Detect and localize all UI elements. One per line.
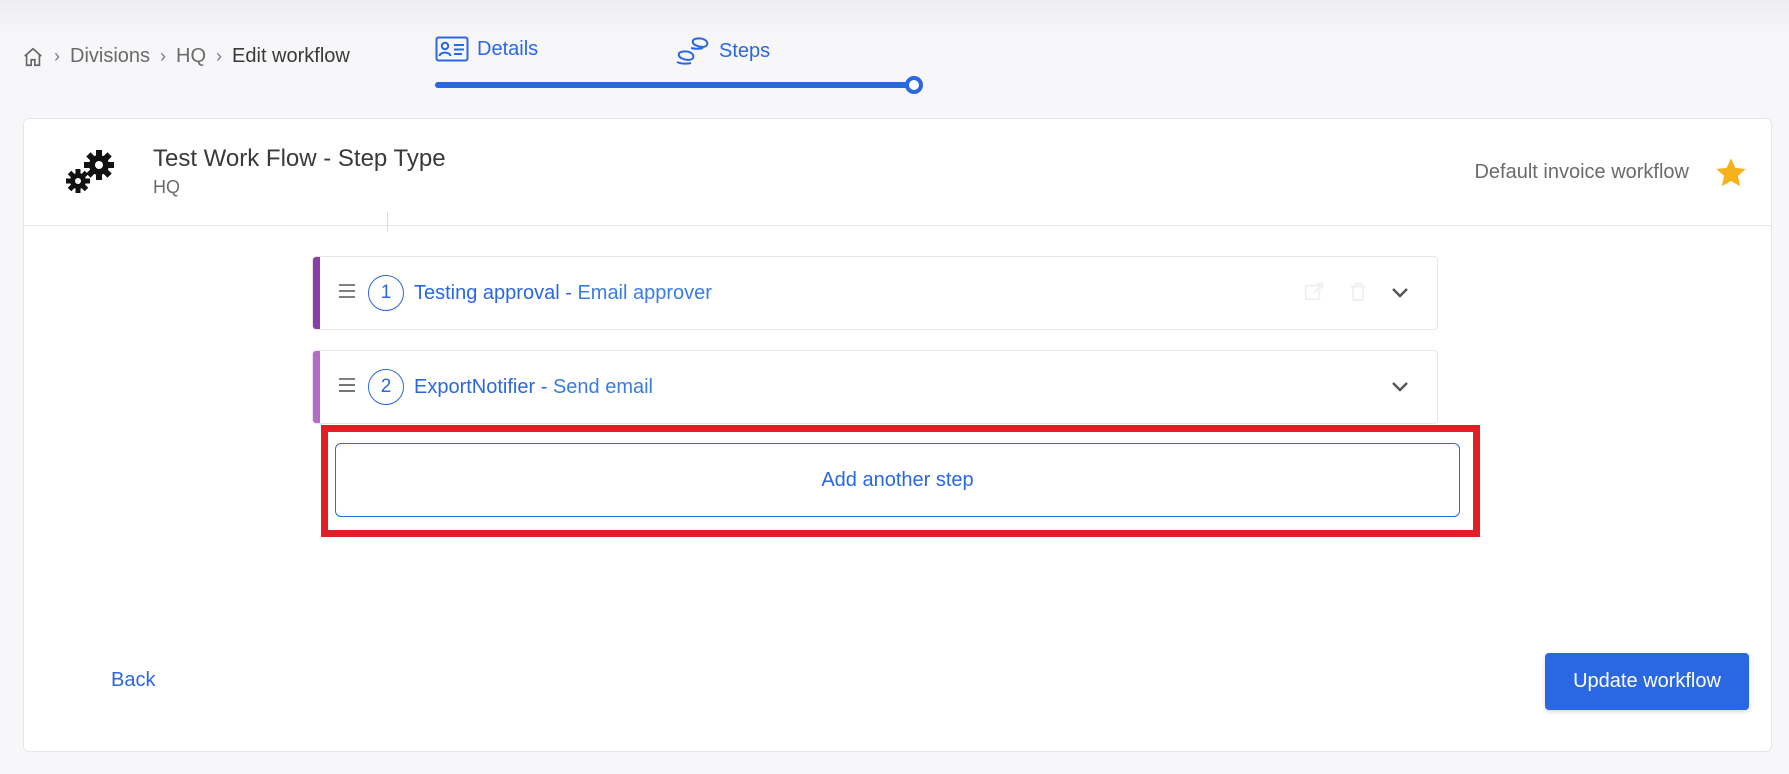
top-bar: › Divisions › HQ › Edit workflow Details (0, 0, 1789, 118)
step-number: 1 (368, 275, 404, 311)
id-card-icon (435, 36, 469, 62)
wizard-stepper: Details Steps (435, 36, 925, 94)
step-title: ExportNotifier - Send email (414, 376, 653, 399)
step-color-bar (313, 351, 320, 423)
drag-handle-icon[interactable] (337, 282, 357, 300)
home-icon[interactable] (22, 46, 44, 68)
step-type: Email approver (577, 282, 712, 304)
breadcrumb-hq[interactable]: HQ (176, 45, 206, 68)
stepper-progress-handle[interactable] (905, 76, 923, 94)
tab-steps-label: Steps (719, 39, 771, 62)
step-name: ExportNotifier - (414, 376, 548, 398)
default-workflow-label: Default invoice workflow (1474, 161, 1689, 183)
breadcrumb: › Divisions › HQ › Edit workflow (22, 45, 350, 68)
step-actions (1303, 281, 1369, 303)
step-type: Send email (552, 376, 653, 398)
step-number: 2 (368, 369, 404, 405)
tab-details-label: Details (477, 37, 539, 60)
trash-icon[interactable] (1347, 281, 1369, 303)
step-title: Testing approval - Email approver (414, 282, 712, 305)
step-item-2[interactable]: 2 ExportNotifier - Send email (312, 350, 1438, 424)
stepper-progress-track (435, 82, 913, 88)
breadcrumb-divisions[interactable]: Divisions (70, 45, 150, 68)
add-another-step-button[interactable]: Add another step (335, 443, 1460, 517)
update-workflow-button[interactable]: Update workflow (1545, 653, 1749, 710)
back-button[interactable]: Back (111, 669, 155, 692)
step-connector (387, 212, 388, 232)
workflow-header: Test Work Flow - Step Type HQ Default in… (24, 119, 1771, 226)
chevron-down-icon[interactable] (1391, 287, 1409, 299)
chevron-right-icon: › (216, 46, 223, 66)
footsteps-icon (676, 37, 709, 65)
tab-details[interactable]: Details (435, 36, 538, 62)
tab-steps[interactable]: Steps (673, 36, 770, 66)
chevron-right-icon: › (54, 46, 60, 66)
edit-icon[interactable] (1303, 281, 1325, 303)
gears-icon (66, 150, 114, 193)
step-item-1[interactable]: 1 Testing approval - Email approver (312, 256, 1438, 330)
workflow-title: Test Work Flow - Step Type (153, 145, 446, 172)
step-name: Testing approval - (414, 282, 572, 304)
workflow-division: HQ (153, 177, 180, 197)
drag-handle-icon[interactable] (337, 376, 357, 394)
chevron-down-icon[interactable] (1391, 381, 1409, 393)
step-color-bar (313, 257, 320, 329)
chevron-right-icon: › (160, 46, 167, 66)
star-icon[interactable] (1713, 155, 1749, 191)
breadcrumb-current: Edit workflow (232, 45, 350, 67)
